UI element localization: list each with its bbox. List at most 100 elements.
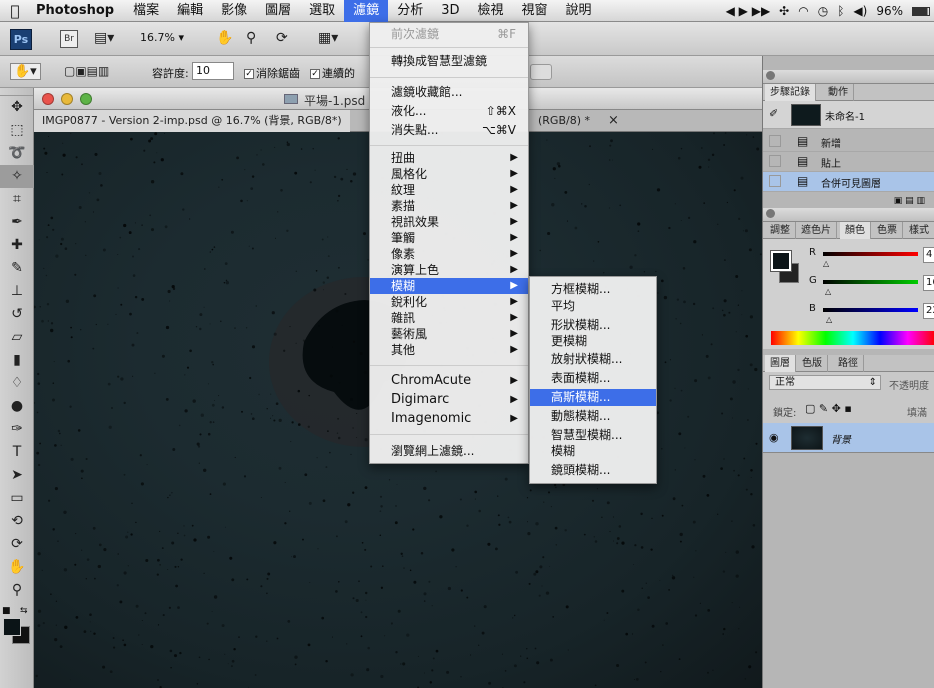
blur-tool-icon[interactable]: ♢ (0, 372, 34, 395)
color-swatches[interactable]: ■ ⇆ (0, 602, 33, 652)
filmstrip-icon[interactable]: ▤▾ (94, 30, 114, 46)
history-checkbox[interactable] (769, 175, 781, 187)
green-value[interactable]: 16 (923, 275, 934, 291)
magic-wand-tool-icon[interactable]: ✧ (0, 165, 34, 188)
close-tab-icon[interactable]: × (600, 110, 627, 132)
submenu-item-lens-blur[interactable]: 鏡頭模糊... (530, 462, 656, 479)
menu-item-sketch[interactable]: 素描 ▶ (370, 198, 528, 214)
menu-layer[interactable]: 圖層 (256, 0, 300, 22)
menu-item-blur[interactable]: 模糊 ▶ (370, 278, 528, 294)
menu-item-convert-smart[interactable]: 轉換成智慧型濾鏡 (370, 53, 528, 69)
tab-color[interactable]: 顏色 (840, 222, 871, 239)
tab-masks[interactable]: 遮色片 (796, 222, 837, 239)
bridge-button[interactable]: Br (60, 30, 78, 48)
color-panel-titlebar[interactable] (763, 208, 934, 222)
move-tool-icon[interactable]: ✥ (0, 96, 34, 119)
app-menu[interactable]: Photoshop (30, 3, 124, 18)
blue-value[interactable]: 22 (923, 303, 934, 319)
tab-layers[interactable]: 圖層 (765, 355, 796, 372)
tab-history[interactable]: 步驟記錄 (765, 84, 816, 101)
tab-channels[interactable]: 色版 (797, 355, 828, 372)
submenu-item-surface-blur[interactable]: 表面模糊... (530, 370, 656, 387)
submenu-item-blur[interactable]: 模糊 (530, 443, 656, 460)
refine-edge-button[interactable] (530, 64, 552, 80)
menu-help[interactable]: 說明 (557, 0, 601, 22)
history-step-selected[interactable]: ▤ 合併可見圖層 (763, 172, 934, 192)
swap-colors-icon[interactable]: ⇆ (20, 606, 28, 616)
menu-edit[interactable]: 編輯 (168, 0, 212, 22)
red-slider[interactable] (823, 252, 918, 256)
submenu-item-gaussian-blur[interactable]: 高斯模糊... (530, 389, 656, 406)
menu-item-stylize[interactable]: 風格化 ▶ (370, 166, 528, 182)
menu-item-chromacute[interactable]: ChromAcute ▶ (370, 373, 528, 389)
lasso-tool-icon[interactable]: ➰ (0, 142, 34, 165)
menu-view[interactable]: 檢視 (468, 0, 512, 22)
zoom-tool-icon[interactable]: ⚲ (0, 579, 34, 602)
zoom-window-icon[interactable] (80, 93, 92, 105)
document-tab-1[interactable]: IMGP0877 - Version 2-imp.psd @ 16.7% (背景… (34, 110, 350, 132)
clone-stamp-icon[interactable]: ⊥ (0, 280, 34, 303)
arrange-documents-icon[interactable]: ▦▾ (318, 30, 338, 46)
zoom-tool-icon[interactable]: ⚲ (246, 30, 256, 46)
minimize-window-icon[interactable] (61, 93, 73, 105)
menu-item-filter-gallery[interactable]: 濾鏡收藏館... (370, 84, 528, 100)
pen-tool-icon[interactable]: ✑ (0, 418, 34, 441)
gradient-tool-icon[interactable]: ▮ (0, 349, 34, 372)
marquee-tool-icon[interactable]: ⬚ (0, 119, 34, 142)
document-tab-2[interactable]: (RGB/8) * (530, 110, 598, 132)
submenu-item-smart-blur[interactable]: 智慧型模糊... (530, 427, 656, 444)
wifi-icon[interactable]: ◠ (798, 4, 808, 18)
battery-icon[interactable] (912, 6, 930, 16)
history-step[interactable]: ▤ 貼上 (763, 152, 934, 172)
tab-actions[interactable]: 動作 (823, 84, 854, 101)
history-footer-icons[interactable]: ▣ ▤ ▥ (763, 196, 934, 208)
menu-item-digimarc[interactable]: Digimarc ▶ (370, 392, 528, 408)
tab-swatches[interactable]: 色票 (872, 222, 903, 239)
shape-tool-icon[interactable]: ▭ (0, 487, 34, 510)
menu-item-liquify[interactable]: 液化... ⇧⌘X (370, 103, 528, 119)
eyedropper-tool-icon[interactable]: ✒ (0, 211, 34, 234)
menu-file[interactable]: 檔案 (124, 0, 168, 22)
type-tool-icon[interactable]: T (0, 441, 34, 464)
battery-label[interactable]: 96% (876, 4, 903, 18)
history-checkbox[interactable] (769, 155, 781, 167)
red-value[interactable]: 4 (923, 247, 934, 263)
menu-item-artistic[interactable]: 藝術風 ▶ (370, 326, 528, 342)
menu-item-imagenomic[interactable]: Imagenomic ▶ (370, 411, 528, 427)
submenu-item-radial-blur[interactable]: 放射狀模糊... (530, 351, 656, 368)
healing-brush-icon[interactable]: ✚ (0, 234, 34, 257)
menu-select[interactable]: 選取 (300, 0, 344, 22)
submenu-item-motion-blur[interactable]: 動態模糊... (530, 408, 656, 425)
color-ramp[interactable] (771, 331, 934, 345)
volume-icon[interactable]: ◀) (853, 4, 867, 18)
history-snapshot[interactable]: ✐ 未命名-1 (763, 101, 934, 129)
menu-filter[interactable]: 濾鏡 (344, 0, 389, 22)
submenu-item-blur-more[interactable]: 更模糊 (530, 333, 656, 350)
bluetooth-icon[interactable]: ᛒ (837, 4, 844, 18)
menu-item-distort[interactable]: 扭曲 ▶ (370, 150, 528, 166)
tab-styles[interactable]: 樣式 (904, 222, 934, 239)
path-select-icon[interactable]: ➤ (0, 464, 34, 487)
magic-wand-preset-icon[interactable]: ✋▾ (10, 63, 41, 80)
history-brush-icon[interactable]: ↺ (0, 303, 34, 326)
media-controls-icon[interactable]: ◀ ▶ ▶▶ (726, 4, 771, 18)
foreground-color-swatch[interactable] (3, 618, 21, 636)
slider-handle-icon[interactable]: △ (823, 259, 829, 268)
menu-item-sharpen[interactable]: 銳利化 ▶ (370, 294, 528, 310)
submenu-item-shape-blur[interactable]: 形狀模糊... (530, 317, 656, 334)
slider-handle-icon[interactable]: △ (825, 287, 831, 296)
blue-slider[interactable] (823, 308, 918, 312)
selection-mode-icons[interactable]: ▢▣▤▥ (64, 64, 109, 78)
menu-item-vanishing-point[interactable]: 消失點... ⌥⌘V (370, 122, 528, 138)
menu-item-other[interactable]: 其他 ▶ (370, 342, 528, 358)
menu-item-video[interactable]: 視訊效果 ▶ (370, 214, 528, 230)
history-brush-source-icon[interactable]: ✐ (769, 107, 778, 120)
eye-icon[interactable]: ◉ (769, 431, 779, 444)
apple-icon[interactable]:  (0, 2, 30, 20)
clock-icon[interactable]: ◷ (818, 4, 828, 18)
tolerance-input[interactable]: 10 (192, 62, 234, 80)
3d-orbit-icon[interactable]: ⟳ (0, 533, 34, 556)
dodge-tool-icon[interactable]: ● (0, 395, 34, 418)
green-slider[interactable] (823, 280, 918, 284)
menu-image[interactable]: 影像 (212, 0, 256, 22)
